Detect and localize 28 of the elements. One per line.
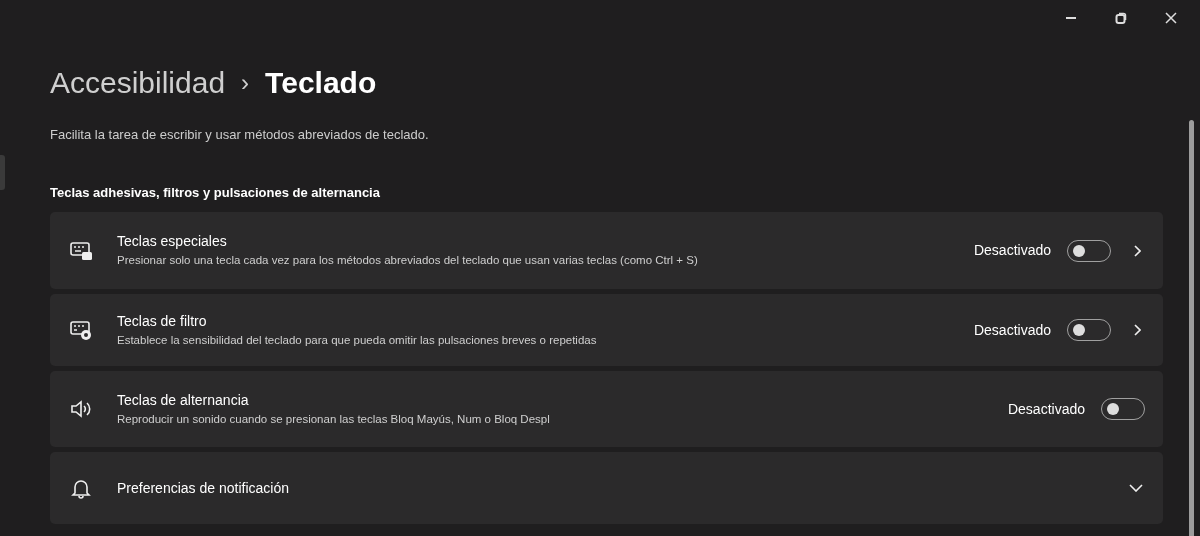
toggle-state-label: Desactivado: [973, 320, 1051, 340]
setting-row[interactable]: Teclas especiales Presionar solo una tecla cada vez para los métodos abreviados del teclado que usan varias teclas (como Ctrl + S) Desactivado: [50, 212, 1163, 289]
bell-icon: [70, 477, 93, 499]
setting-title: Teclas de filtro: [117, 311, 208, 331]
setting-row[interactable]: Teclas de alternancia Reproducir un sonido cuando se presionan las teclas Bloq Mayús, Num o Bloq Despl Desactivado: [50, 371, 1163, 447]
setting-row[interactable]: Teclas de filtro Establece la sensibilidad del teclado para que pueda omitir las pulsaciones breves o repetidas Desactivado: [50, 294, 1163, 366]
setting-description: Reproducir un sonido cuando se presionan las teclas Bloq Mayús, Num o Bloq Despl: [117, 411, 551, 427]
section-title: Teclas adhesivas, filtros y pulsaciones de alternancia: [50, 183, 381, 202]
speaker-icon: [70, 398, 93, 420]
expander-row[interactable]: Preferencias de notificación: [50, 452, 1163, 524]
scrollbar[interactable]: [1189, 120, 1194, 536]
breadcrumb-link[interactable]: Accesibilidad: [50, 60, 226, 105]
setting-description: Presionar solo una tecla cada vez para los métodos abreviados del teclado que usan varias teclas (como Ctrl + S): [117, 253, 699, 269]
setting-title: Preferencias de notificación: [117, 478, 290, 498]
chevron-right-icon: [1133, 244, 1141, 257]
setting-description: Establece la sensibilidad del teclado para que pueda omitir las pulsaciones breves o repetidas: [117, 332, 598, 348]
page-title: Teclado: [265, 65, 377, 101]
restore-icon: [1115, 12, 1127, 24]
page-description: Facilita la tarea de escribir y usar métodos abreviados de teclado.: [50, 126, 430, 144]
keyboard-icon: [70, 319, 93, 341]
setting-title: Teclas de alternancia: [117, 390, 250, 410]
toggle-state-label: Desactivado: [1007, 399, 1085, 419]
toggle-state-label: Desactivado: [973, 241, 1051, 260]
chevron-right-icon: [1133, 324, 1141, 336]
keyboard-icon: [70, 239, 93, 262]
breadcrumb-separator: ›: [241, 67, 250, 98]
setting-title: Teclas especiales: [117, 232, 228, 252]
close-icon: [1165, 12, 1177, 24]
